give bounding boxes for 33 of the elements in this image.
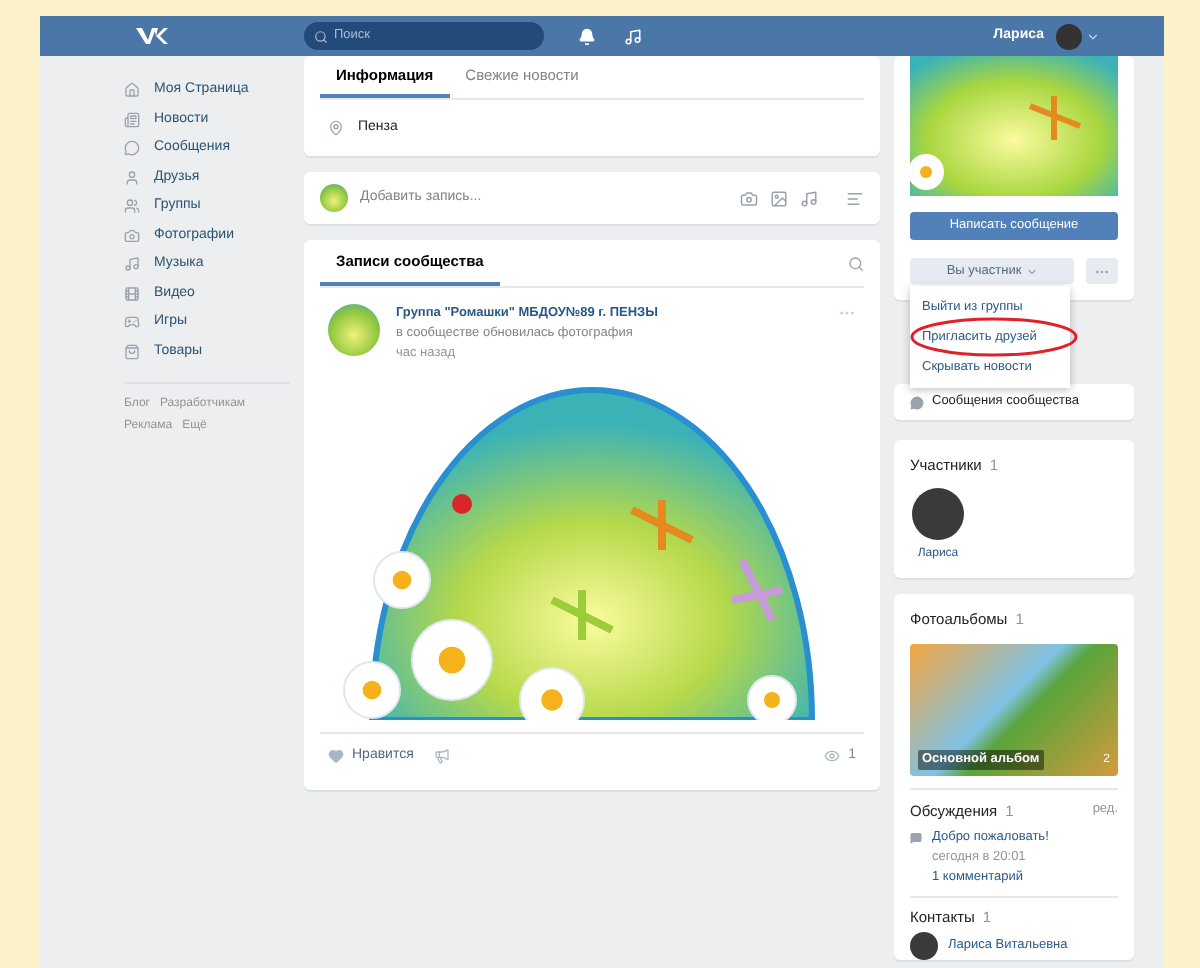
newspaper-icon xyxy=(124,111,140,128)
contact-avatar[interactable] xyxy=(910,932,938,961)
speech-bubble-icon xyxy=(124,140,140,157)
location-icon xyxy=(328,120,344,136)
user-avatar[interactable] xyxy=(1056,23,1082,49)
topic-icon xyxy=(910,831,922,844)
caret-icon[interactable] xyxy=(1086,29,1100,43)
caret-icon xyxy=(1025,265,1038,278)
megaphone-icon[interactable] xyxy=(433,748,450,764)
group-avatar xyxy=(328,304,380,356)
gamepad-icon xyxy=(124,314,140,331)
text-icon[interactable] xyxy=(846,189,864,207)
music-icon[interactable] xyxy=(800,189,818,207)
logo-icon[interactable] xyxy=(134,26,168,46)
camera-icon[interactable] xyxy=(740,189,758,207)
camera-icon xyxy=(124,227,140,244)
home-icon xyxy=(124,82,140,99)
film-icon xyxy=(124,285,140,302)
heart-icon[interactable] xyxy=(328,748,344,764)
music-icon[interactable] xyxy=(624,27,642,45)
eye-icon xyxy=(824,748,841,764)
bag-icon xyxy=(124,343,140,360)
more-button[interactable] xyxy=(1086,258,1118,285)
music-icon xyxy=(124,256,140,273)
people-icon xyxy=(124,198,140,215)
image-icon[interactable] xyxy=(770,189,788,207)
member-avatar[interactable] xyxy=(912,488,964,541)
group-avatar xyxy=(320,184,348,212)
messages-icon xyxy=(910,395,924,410)
person-icon xyxy=(124,169,140,186)
bell-icon[interactable] xyxy=(578,27,596,45)
search-icon[interactable] xyxy=(848,255,864,271)
search-icon xyxy=(314,29,328,43)
